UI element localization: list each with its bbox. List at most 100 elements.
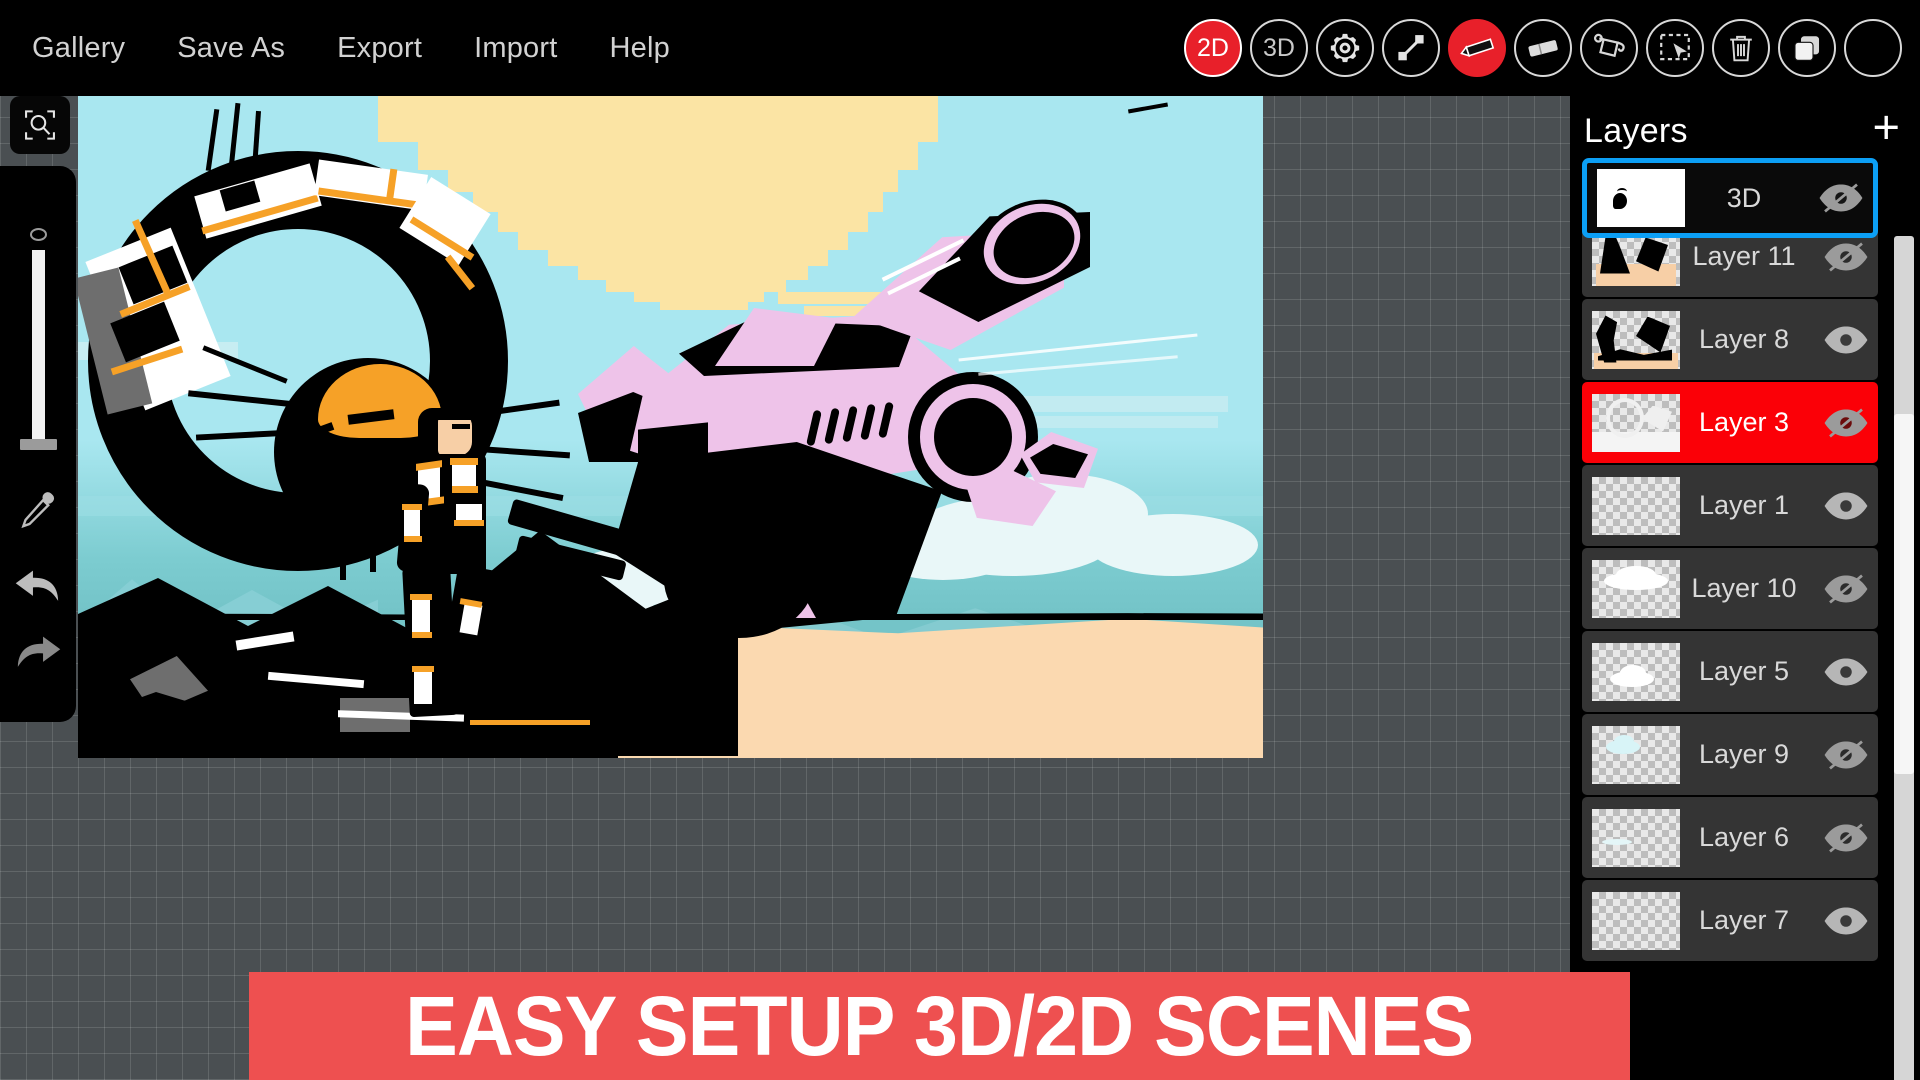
layers-title: Layers xyxy=(1584,111,1688,150)
paint-bucket-button[interactable] xyxy=(1580,19,1638,77)
eyedropper-button[interactable] xyxy=(16,488,60,532)
undo-arrow-icon xyxy=(15,570,59,601)
menu-import[interactable]: Import xyxy=(448,26,583,71)
line-tool-button[interactable] xyxy=(1382,19,1440,77)
line-tool-icon xyxy=(1398,35,1424,61)
brush-size-slider[interactable] xyxy=(19,250,57,450)
layer-row-10[interactable]: Layer 10 xyxy=(1582,548,1878,629)
layer-name: Layer 8 xyxy=(1698,324,1790,354)
layer-thumbnail xyxy=(1592,310,1680,369)
layer-thumbnail xyxy=(1592,476,1680,535)
delete-button[interactable] xyxy=(1712,19,1770,77)
color-swatch-button[interactable] xyxy=(1844,19,1902,77)
redo-arrow-icon xyxy=(17,636,61,667)
eye-visible-icon xyxy=(1824,658,1868,685)
layers-scrollbar-thumb[interactable] xyxy=(1894,414,1914,774)
eye-visible-icon xyxy=(1824,907,1868,934)
layer-visibility-toggle[interactable] xyxy=(1814,573,1878,605)
tool-buttons: 2D 3D xyxy=(1184,0,1902,96)
layer-thumbnail xyxy=(1592,891,1680,950)
redo-button[interactable] xyxy=(11,632,65,674)
layer-row-3[interactable]: Layer 3 xyxy=(1582,382,1878,463)
shape-tool-button[interactable] xyxy=(1778,19,1836,77)
eyedropper-icon xyxy=(21,492,55,529)
layer-visibility-toggle[interactable] xyxy=(1814,905,1878,937)
select-cursor-icon xyxy=(1660,33,1690,61)
eye-hidden-icon xyxy=(1824,574,1868,603)
layer-list[interactable]: Layer 11 Layer 8 Layer 3 Layer 1 Layer 1… xyxy=(1582,216,1878,1076)
menu-help[interactable]: Help xyxy=(583,26,695,71)
menu-save-as[interactable]: Save As xyxy=(151,26,311,71)
eye-visible-icon xyxy=(1824,326,1868,353)
artwork xyxy=(78,96,1263,758)
layer-name: 3D xyxy=(1726,182,1762,213)
hover-vehicle xyxy=(578,182,1101,638)
canvas-stage[interactable] xyxy=(0,96,1570,1080)
layer-thumbnail xyxy=(1592,808,1680,867)
trash-icon xyxy=(1730,35,1752,62)
layer-visibility-toggle[interactable] xyxy=(1814,490,1878,522)
3d-mode-button[interactable]: 3D xyxy=(1250,19,1308,77)
undo-button[interactable] xyxy=(11,566,65,608)
add-layer-button[interactable]: + xyxy=(1867,103,1906,152)
layer-row-7[interactable]: Layer 7 xyxy=(1582,880,1878,961)
layer-row-9[interactable]: Layer 9 xyxy=(1582,714,1878,795)
layer-visibility-toggle[interactable] xyxy=(1814,822,1878,854)
layer-thumbnail xyxy=(1597,169,1685,227)
layer-visibility-toggle[interactable] xyxy=(1814,407,1878,439)
settings-button[interactable] xyxy=(1316,19,1374,77)
layer-name: Layer 7 xyxy=(1698,905,1790,935)
layer-visibility-toggle[interactable] xyxy=(1814,656,1878,688)
layer-visibility-toggle[interactable] xyxy=(1809,182,1873,214)
layer-name: Layer 6 xyxy=(1698,822,1790,852)
left-tool-panel xyxy=(0,166,76,722)
layer-row-6[interactable]: Layer 6 xyxy=(1582,797,1878,878)
top-toolbar: Gallery Save As Export Import Help 2D 3D xyxy=(0,0,1920,96)
pencil-tool-button[interactable] xyxy=(1448,19,1506,77)
layer-visibility-toggle[interactable] xyxy=(1814,241,1878,273)
layer-name: Layer 11 xyxy=(1692,241,1796,271)
eye-visible-icon xyxy=(1824,492,1868,519)
layer-row-1[interactable]: Layer 1 xyxy=(1582,465,1878,546)
brush-opacity-knob[interactable] xyxy=(29,228,47,241)
layer-thumbnail xyxy=(1592,393,1680,452)
menu-gallery[interactable]: Gallery xyxy=(24,26,151,71)
cloud-band xyxy=(378,96,938,142)
promo-banner-text: EASY SETUP 3D/2D SCENES xyxy=(405,978,1474,1073)
paint-bucket-icon xyxy=(1593,33,1625,58)
pencil-icon xyxy=(1460,38,1495,57)
layer-thumbnail xyxy=(1592,725,1680,784)
fit-to-screen-button[interactable] xyxy=(10,96,70,154)
layer-visibility-toggle[interactable] xyxy=(1814,324,1878,356)
2d-mode-label: 2D xyxy=(1197,33,1229,62)
layer-row-8[interactable]: Layer 8 xyxy=(1582,299,1878,380)
layer-visibility-toggle[interactable] xyxy=(1814,739,1878,771)
eye-hidden-icon xyxy=(1824,408,1868,437)
drawing-canvas[interactable] xyxy=(78,96,1263,758)
layers-panel: Layers + Layer 11 Layer 8 Layer 3 Layer … xyxy=(1570,96,1920,1080)
2d-mode-button[interactable]: 2D xyxy=(1184,19,1242,77)
main-menu: Gallery Save As Export Import Help xyxy=(24,0,696,96)
select-tool-button[interactable] xyxy=(1646,19,1704,77)
layer-name: Layer 9 xyxy=(1698,739,1790,769)
eye-hidden-icon xyxy=(1819,183,1863,213)
layer-row-5[interactable]: Layer 5 xyxy=(1582,631,1878,712)
layer-name: Layer 3 xyxy=(1698,407,1790,437)
eraser-tool-button[interactable] xyxy=(1514,19,1572,77)
layer-name: Layer 10 xyxy=(1691,573,1797,603)
menu-export[interactable]: Export xyxy=(311,26,448,71)
eye-hidden-icon xyxy=(1824,740,1868,769)
shape-square-icon xyxy=(1794,36,1820,61)
layer-row-3d-selected[interactable]: 3D xyxy=(1582,158,1878,238)
cloud xyxy=(1088,514,1258,576)
eye-hidden-icon xyxy=(1824,823,1868,852)
layers-header: Layers + xyxy=(1570,96,1920,166)
character xyxy=(390,408,520,738)
3d-mode-label: 3D xyxy=(1263,33,1295,62)
fit-to-screen-icon xyxy=(25,110,55,140)
eye-hidden-icon xyxy=(1824,242,1868,271)
layer-name: Layer 5 xyxy=(1698,656,1790,686)
eraser-icon xyxy=(1528,40,1558,57)
brush-size-thumb[interactable] xyxy=(19,439,57,450)
layer-name: Layer 1 xyxy=(1698,490,1790,520)
